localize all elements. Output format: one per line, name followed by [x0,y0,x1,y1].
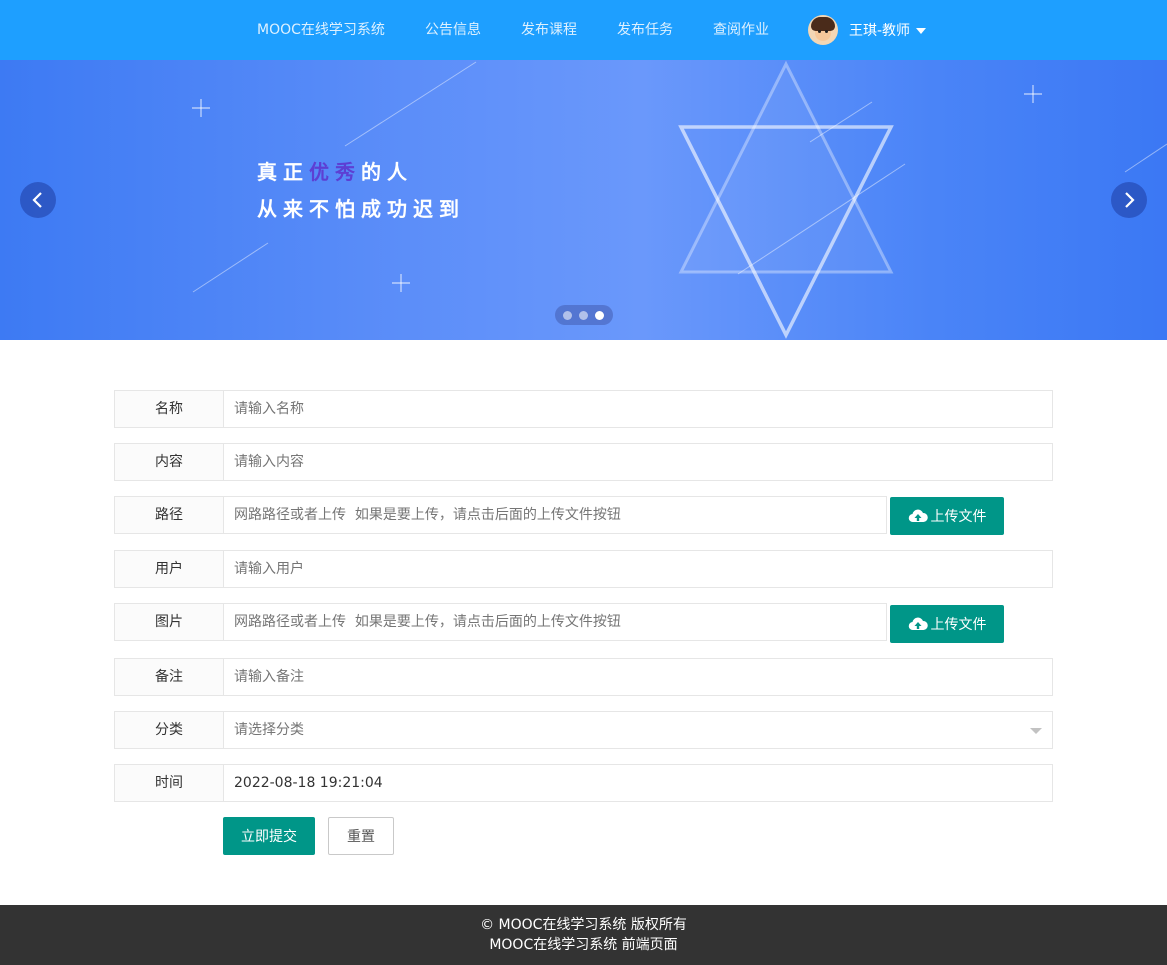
upload-path-button[interactable]: 上传文件 [890,497,1004,535]
upload-image-button[interactable]: 上传文件 [890,605,1004,643]
path-input[interactable] [223,496,887,534]
upload-button-label: 上传文件 [930,509,987,525]
field-label-content: 内容 [114,443,224,481]
nav-item-review-homework[interactable]: 查阅作业 [713,0,769,60]
carousel-prev-button[interactable] [20,182,56,218]
top-navbar: MOOC在线学习系统 公告信息 发布课程 发布任务 查阅作业 王琪-教师 [0,0,1167,60]
footer-copyright: © MOOC在线学习系统 版权所有 [480,917,687,933]
category-select[interactable]: 请选择分类 [223,711,1053,749]
carousel-dot-1[interactable] [563,311,572,320]
chevron-down-icon [1030,728,1042,734]
chevron-right-icon [1125,192,1135,208]
nav-item-home[interactable]: MOOC在线学习系统 [257,0,385,60]
chevron-down-icon [916,28,927,34]
user-menu[interactable]: 王琪-教师 [808,14,927,46]
nav-item-publish-task[interactable]: 发布任务 [617,0,673,60]
field-label-name: 名称 [114,390,224,428]
upload-button-label: 上传文件 [930,617,987,633]
carousel-dot-3[interactable] [595,311,604,320]
banner-slogan-line1: 真正优秀的人 [257,160,413,184]
field-label-remark: 备注 [114,658,224,696]
category-select-placeholder: 请选择分类 [234,722,304,738]
content-input[interactable] [223,443,1053,481]
nav-item-publish-course[interactable]: 发布课程 [521,0,577,60]
carousel-dot-2[interactable] [579,311,588,320]
banner-slogan-line2: 从来不怕成功迟到 [257,197,465,221]
user-input[interactable] [223,550,1053,588]
field-label-time: 时间 [114,764,224,802]
name-input[interactable] [223,390,1053,428]
field-label-user: 用户 [114,550,224,588]
submit-button[interactable]: 立即提交 [223,817,315,855]
remark-input[interactable] [223,658,1053,696]
nav-item-announcements[interactable]: 公告信息 [425,0,481,60]
banner-carousel: 真正优秀的人 从来不怕成功迟到 [0,60,1167,340]
chevron-left-icon [32,192,42,208]
avatar [808,15,838,45]
carousel-next-button[interactable] [1111,182,1147,218]
cloud-upload-icon [908,617,928,631]
footer: © MOOC在线学习系统 版权所有 MOOC在线学习系统 前端页面 [0,905,1167,965]
carousel-indicators [555,305,613,325]
footer-subtitle: MOOC在线学习系统 前端页面 [489,937,678,953]
time-input[interactable] [223,764,1053,802]
user-name: 王琪-教师 [849,23,911,39]
field-label-image: 图片 [114,603,224,641]
field-label-path: 路径 [114,496,224,534]
banner-decoration [192,60,1167,339]
image-input[interactable] [223,603,887,641]
cloud-upload-icon [908,509,928,523]
field-label-category: 分类 [114,711,224,749]
reset-button[interactable]: 重置 [328,817,394,855]
